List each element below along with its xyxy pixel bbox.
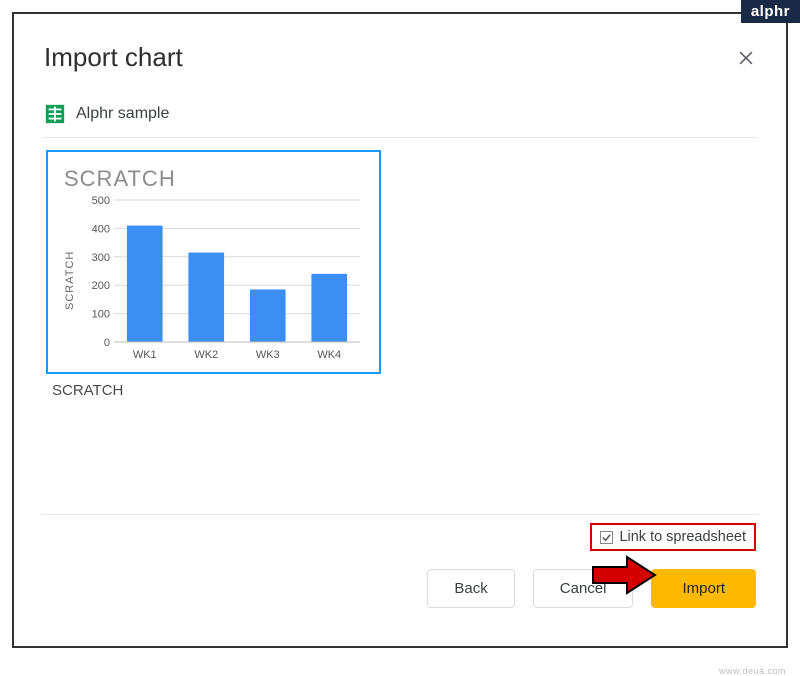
close-button[interactable]: [736, 48, 756, 68]
sheets-icon: [44, 103, 66, 125]
svg-text:200: 200: [92, 280, 110, 292]
svg-text:300: 300: [92, 252, 110, 264]
svg-text:500: 500: [92, 195, 110, 207]
dialog-frame: Import chart Alphr sample SCRATCH SCRATC…: [12, 12, 788, 648]
svg-text:WK1: WK1: [133, 349, 157, 361]
content-area: SCRATCH SCRATCH 0 100 200 300 400 500 WK1 WK2 WK…: [42, 137, 758, 515]
chart-plot: 0 100 200 300 400 500 WK1 WK2 WK3 WK4: [78, 194, 369, 366]
cancel-button[interactable]: Cancel: [533, 569, 634, 608]
svg-text:0: 0: [104, 337, 110, 349]
chart-body: SCRATCH 0 100 200 300 400 500 WK1 WK2 WK3 WK4: [58, 194, 369, 366]
close-icon: [736, 48, 756, 68]
svg-text:400: 400: [92, 223, 110, 235]
button-row: Back Cancel Import: [14, 551, 786, 608]
watermark: www.deua.com: [719, 666, 786, 676]
chart-thumbnail[interactable]: SCRATCH SCRATCH 0 100 200 300 400 500 WK1 WK2 WK…: [46, 150, 381, 374]
link-highlight-box: Link to spreadsheet: [590, 523, 756, 551]
svg-text:WK3: WK3: [256, 349, 280, 361]
import-button[interactable]: Import: [651, 569, 756, 608]
chart-y-axis-label: SCRATCH: [62, 194, 78, 366]
link-checkbox[interactable]: [600, 531, 613, 544]
check-icon: [601, 532, 612, 543]
brand-badge: alphr: [741, 0, 800, 23]
chart-title: SCRATCH: [58, 162, 369, 194]
chart-caption: SCRATCH: [46, 374, 754, 399]
file-row: Alphr sample: [14, 83, 786, 137]
link-checkbox-label: Link to spreadsheet: [619, 529, 746, 545]
link-row: Link to spreadsheet: [14, 515, 786, 551]
back-button[interactable]: Back: [427, 569, 514, 608]
file-name: Alphr sample: [76, 105, 169, 123]
dialog-header: Import chart: [14, 14, 786, 83]
svg-text:WK2: WK2: [194, 349, 218, 361]
svg-text:WK4: WK4: [317, 349, 341, 361]
svg-text:100: 100: [92, 309, 110, 321]
dialog-title: Import chart: [44, 42, 183, 73]
